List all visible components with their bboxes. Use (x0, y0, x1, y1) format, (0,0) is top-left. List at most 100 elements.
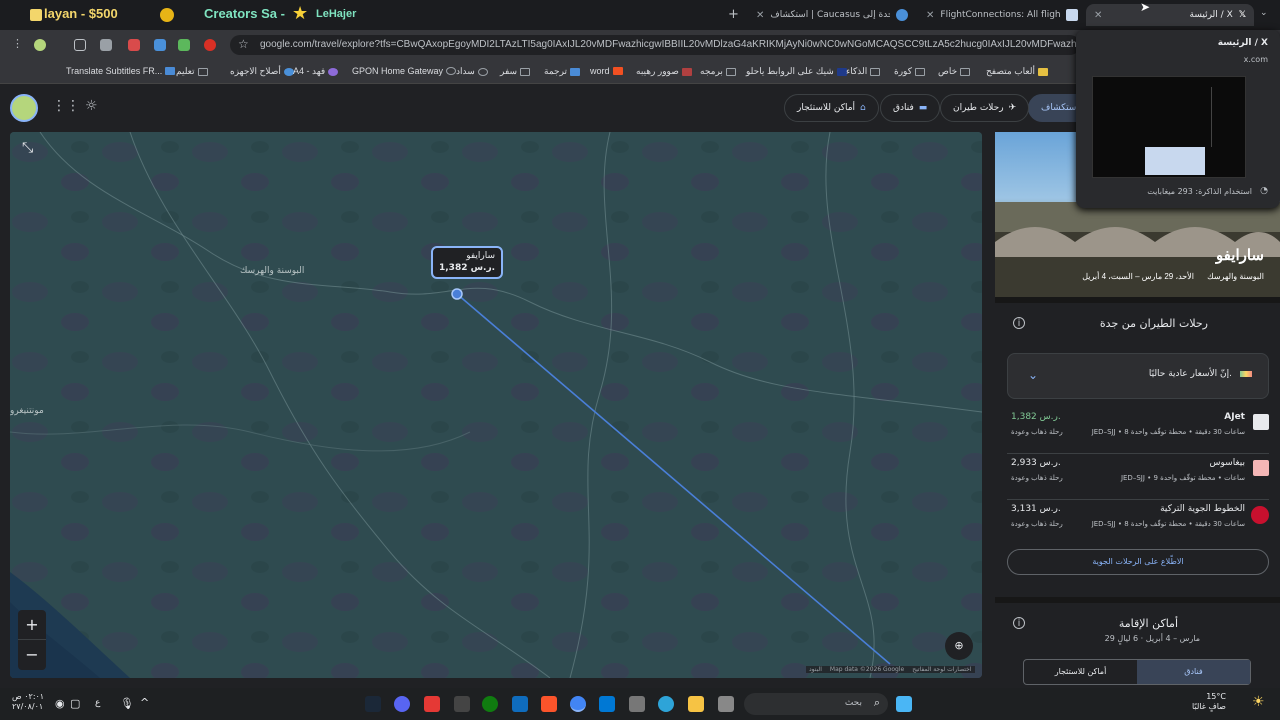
url-bar[interactable]: google.com/travel/explore?tfs=CBwQAxopEg… (230, 35, 1080, 55)
display-icon[interactable]: ▢ (70, 697, 80, 710)
bookmark-item[interactable]: كورة (894, 66, 925, 77)
apps-grid-icon[interactable]: ⋮⋮ (52, 98, 80, 114)
close-tab-icon[interactable]: ✕ (926, 10, 934, 21)
bookmark-item[interactable]: Translate Subtitles FR... (66, 66, 176, 76)
tab-x-home-label: الرئيسة / X (1189, 10, 1233, 20)
search-icon: ⌕ (873, 696, 880, 709)
stays-tab-rentals[interactable]: أماكن للاستئجار (1024, 660, 1137, 684)
recenter-button[interactable]: ⊕ (945, 632, 973, 660)
bookmark-label: GPON Home Gateway (352, 66, 444, 76)
bookmark-label: صوور رهيبه (636, 66, 679, 76)
folder-icon (520, 67, 531, 76)
microphone-icon[interactable]: 🎙 (120, 697, 134, 710)
zoom-in-button[interactable]: + (18, 610, 46, 640)
price-pin[interactable]: سارايفو 1,382 ر.س. (431, 246, 504, 280)
tab-vacation-rentals[interactable]: أماكن للاستئجار ⌂ (784, 94, 879, 122)
price-notice[interactable]: ⌄ إنّ الأسعار عادية حاليًا. (1007, 353, 1269, 399)
terms-link[interactable]: البنود (809, 666, 822, 673)
flight-option[interactable]: AJet JED–SJJ • 8 ساعات 30 دقيقة • محطة ت… (1007, 408, 1269, 454)
airline-name: AJet (1224, 412, 1245, 422)
see-flights-button[interactable]: الاطّلاع على الرحلات الجوية (1007, 549, 1269, 575)
store-icon[interactable] (629, 696, 645, 712)
popup-memory: استخدام الذاكرة: 293 ميغابايت (1147, 187, 1252, 196)
bookmark-item[interactable]: تعليم (176, 66, 208, 77)
url-text: google.com/travel/explore?tfs=CBwQAxopEg… (260, 39, 1080, 50)
stop-extension-icon[interactable] (204, 39, 216, 51)
new-tab-icon[interactable]: + (728, 7, 739, 22)
close-tab-icon[interactable]: ✕ (1094, 10, 1102, 21)
taskbar-search[interactable]: ⌕ بحث (744, 693, 888, 715)
green-extension-icon[interactable] (178, 39, 190, 51)
bookmark-item[interactable]: سداد (456, 66, 488, 77)
edge-icon[interactable] (658, 696, 674, 712)
discord-icon[interactable] (394, 696, 410, 712)
brave-icon[interactable] (541, 696, 557, 712)
popup-title: الرئيسة / X (1217, 38, 1268, 48)
weather-widget[interactable]: 15°C صافٍ غالبًا (1192, 692, 1226, 713)
airline-logo-icon (1253, 460, 1269, 476)
zoom-out-button[interactable]: − (18, 640, 46, 670)
keyboard-shortcuts-link[interactable]: اختصارات لوحة المفاتيح (912, 666, 971, 673)
tab-flights[interactable]: رحلات طيران ✈ (940, 94, 1030, 122)
app-dark-icon[interactable] (454, 696, 470, 712)
tab-search-icon[interactable]: ⌄ (1260, 8, 1268, 18)
file-explorer-icon[interactable] (688, 696, 704, 712)
bookmark-item[interactable]: ألعاب متصفح (986, 66, 1049, 77)
bookmark-item[interactable]: شيك على الروابط ياحلو (746, 66, 847, 77)
trip-type: رحلة ذهاب وعودة (1011, 474, 1063, 482)
wifi-extension-icon[interactable] (154, 39, 166, 51)
lang-indicator[interactable]: ع (95, 698, 100, 708)
flight-option[interactable]: بيغاسوس JED–SJJ • 9 ساعات • محطة توقّف و… (1007, 454, 1269, 500)
folder-icon (197, 67, 208, 76)
steam-icon[interactable] (365, 696, 381, 712)
flight-option[interactable]: الخطوط الجوية التركية JED–SJJ • 8 ساعات … (1007, 500, 1269, 546)
tab-x-home[interactable]: ✕ الرئيسة / X 𝕏 (1086, 4, 1254, 26)
bookmark-item[interactable]: أصلاح الاجهزه (230, 66, 294, 77)
bookmark-item[interactable]: GPON Home Gateway (352, 66, 457, 76)
search-placeholder: بحث (844, 698, 862, 708)
windows-start-icon[interactable] (896, 696, 912, 712)
clock[interactable]: ٠٢:٠١ ص ٢٧/٠٨/٠١ (12, 692, 44, 711)
red-extension-icon[interactable] (128, 39, 140, 51)
bookmark-star-icon[interactable]: ☆ (238, 37, 249, 51)
outlook-icon[interactable] (599, 696, 615, 712)
bookmark-item[interactable]: A4 - فهد (293, 66, 339, 77)
flights-title: رحلات الطيران من جدة (1099, 317, 1208, 330)
chrome-icon[interactable] (570, 696, 586, 712)
profile-icon[interactable] (34, 39, 46, 51)
tab-hotels[interactable]: فنادق ▬ (880, 94, 941, 122)
tab-caucasus[interactable]: ✕ استكشاف | Caucasus من جدة إلى (748, 4, 918, 26)
tray-chevron-icon[interactable]: ^ (140, 696, 149, 709)
extensions-icon[interactable] (74, 39, 86, 51)
sadad-icon (477, 67, 488, 76)
stays-tab-hotels[interactable]: فنادق (1137, 660, 1250, 684)
mustache-extension-icon[interactable] (100, 39, 112, 51)
flights-card: i رحلات الطيران من جدة ⌄ إنّ الأسعار عاد… (995, 297, 1280, 597)
bookmark-item[interactable]: برمجه (700, 66, 736, 77)
explore-map[interactable]: سارايفو 1,382 ر.س. البوسنة والهرسك مونتن… (10, 132, 982, 678)
bookmark-item[interactable]: word (590, 66, 623, 76)
app-red-icon[interactable] (424, 696, 440, 712)
chevron-down-icon: ⌄ (1028, 368, 1039, 382)
fullscreen-icon[interactable]: ⤡ (22, 140, 33, 156)
info-icon[interactable]: i (1013, 617, 1025, 629)
account-avatar[interactable] (10, 94, 38, 122)
tab-flightconnections[interactable]: ✕ FlightConnections: All flights world (918, 4, 1086, 26)
taskview-icon[interactable] (718, 696, 734, 712)
close-tab-icon[interactable]: ✕ (756, 10, 764, 21)
menu-icon[interactable]: ⋮ (12, 37, 23, 50)
theme-sun-icon[interactable]: ☼ (85, 98, 98, 114)
bookmark-label: A4 - فهد (293, 66, 326, 76)
bookmark-item[interactable]: خاص (938, 66, 971, 77)
bookmark-item[interactable]: صوور رهيبه (636, 66, 692, 77)
airline-logo-icon (1251, 506, 1269, 524)
mail-icon[interactable] (512, 696, 528, 712)
xbox-icon[interactable] (482, 696, 498, 712)
bookmark-item[interactable]: ترجمة (544, 66, 581, 77)
bookmark-item[interactable]: سفر (500, 66, 531, 77)
country-label-montenegro: مونتنيغرو (10, 406, 44, 416)
notification-icon[interactable]: ◉ (55, 697, 65, 710)
tab-hotels-label: فنادق (893, 103, 914, 113)
info-icon[interactable]: i (1013, 317, 1025, 329)
bookmark-item[interactable]: الذكاء (846, 66, 881, 77)
